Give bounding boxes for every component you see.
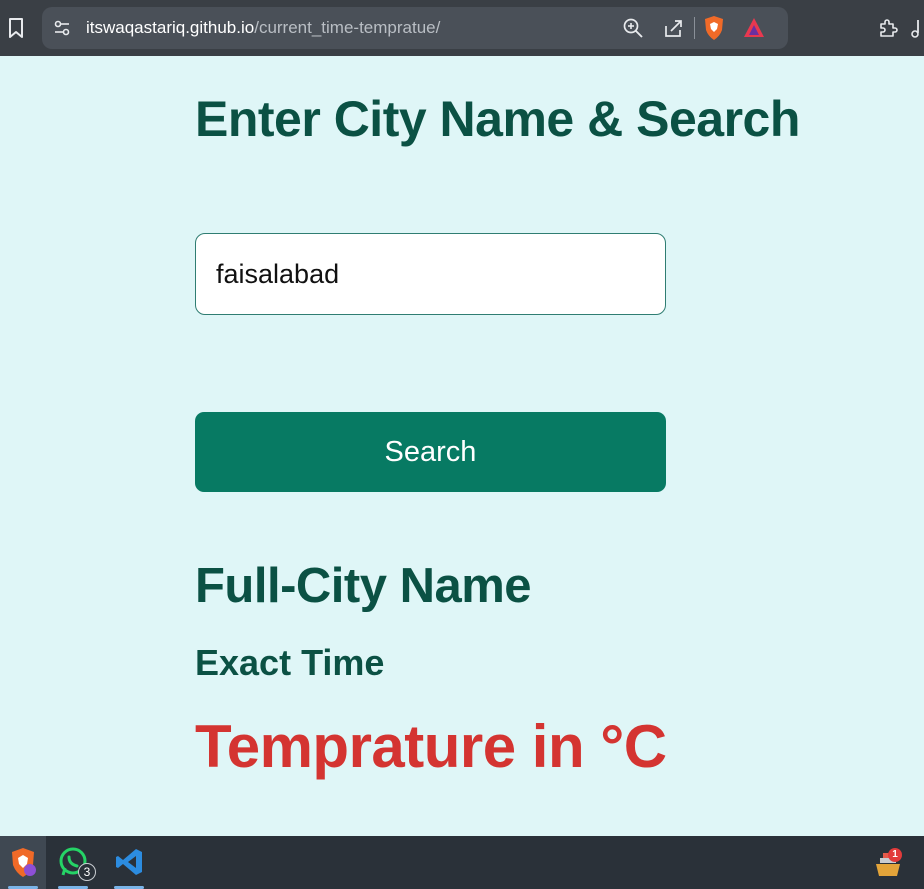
taskbar-vscode[interactable]: [106, 836, 152, 889]
url-path: /current_time-tempratue/: [254, 18, 441, 37]
site-info-icon[interactable]: [52, 18, 72, 38]
city-search-input[interactable]: [195, 233, 666, 315]
bookmark-icon[interactable]: [6, 16, 26, 40]
search-button[interactable]: Search: [195, 412, 666, 492]
temperature-display: Temprature in °C: [195, 713, 667, 780]
tray-notification-badge: 1: [888, 848, 902, 862]
address-bar[interactable]: itswaqastariq.github.io/current_time-tem…: [42, 7, 788, 49]
brave-shield-icon[interactable]: [702, 15, 726, 41]
url-domain: itswaqastariq.github.io: [86, 18, 255, 37]
exact-time-display: Exact Time: [195, 642, 385, 683]
taskbar: 3: [0, 836, 924, 889]
taskbar-whatsapp[interactable]: 3: [50, 836, 96, 889]
brave-rewards-icon[interactable]: [742, 16, 766, 40]
media-icon[interactable]: [910, 16, 924, 40]
url-text[interactable]: itswaqastariq.github.io/current_time-tem…: [86, 18, 440, 38]
brave-app-icon: [12, 848, 36, 877]
extensions-icon[interactable]: [876, 16, 900, 40]
zoom-icon[interactable]: [622, 17, 644, 39]
whatsapp-badge: 3: [78, 863, 96, 881]
vscode-icon: [116, 849, 142, 875]
page-title: Enter City Name & Search: [195, 91, 800, 147]
share-icon[interactable]: [662, 17, 684, 39]
toolbar-divider: [694, 17, 695, 39]
browser-toolbar: itswaqastariq.github.io/current_time-tem…: [0, 0, 924, 56]
taskbar-brave[interactable]: [0, 836, 46, 889]
city-name-display: Full-City Name: [195, 559, 532, 613]
